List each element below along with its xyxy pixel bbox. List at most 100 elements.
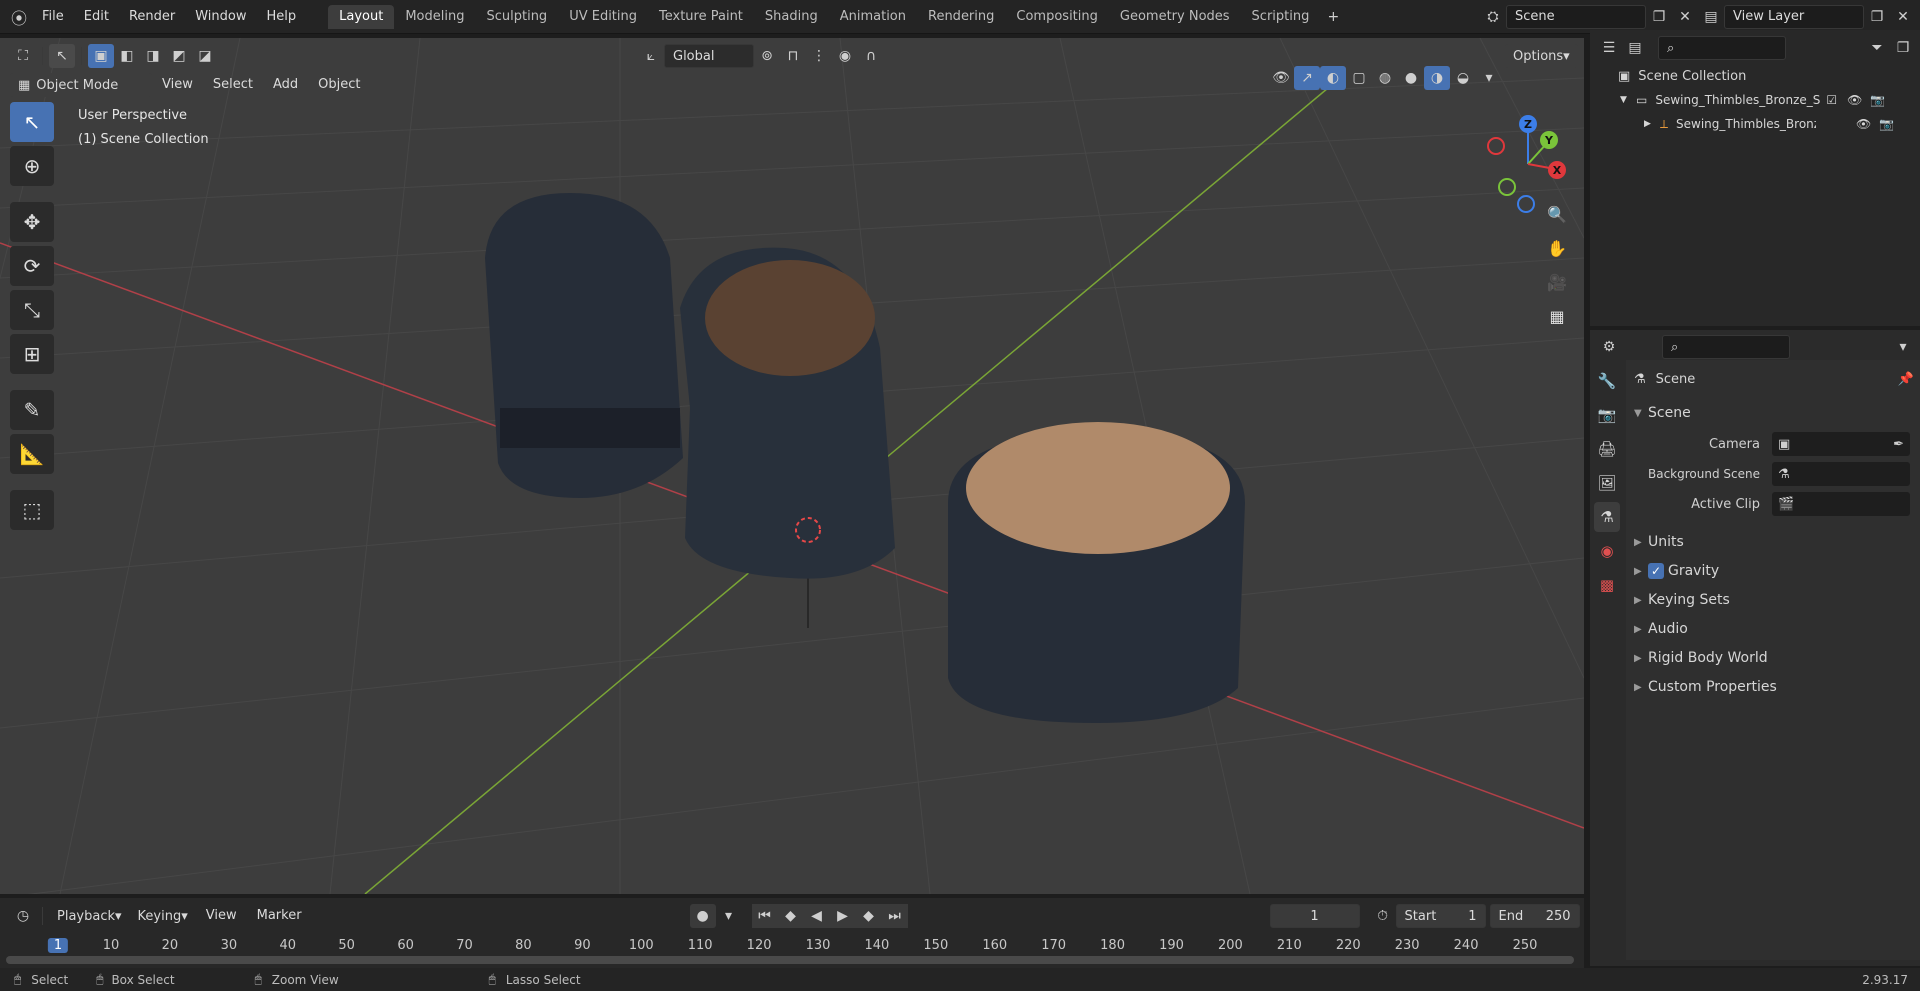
view-layer-field[interactable]: View Layer [1724,4,1864,29]
shading-options-icon[interactable]: ▾ [1476,66,1502,90]
outliner-search-input[interactable]: ⌕ [1658,36,1786,60]
rendered-shading-icon[interactable]: ◒ [1450,66,1476,90]
exclude-checkbox[interactable]: ☑ [1826,93,1837,107]
new-collection-icon[interactable]: ❐ [1890,36,1916,60]
properties-editor-type-icon[interactable]: ⚙ [1596,335,1622,359]
tab-uv-editing[interactable]: UV Editing [558,5,648,29]
record-icon[interactable]: ● [689,904,716,928]
playback-menu[interactable]: Playback ▾ [49,904,130,928]
proportional-editing-icon[interactable]: ◉ [832,44,858,68]
play-reverse-icon[interactable]: ◀ [803,904,830,928]
start-frame-field[interactable]: Start 1 [1395,904,1486,928]
frame-ruler[interactable]: 1 10 20 30 40 50 60 70 80 90 100 110 120 130 140 150 160… [0,932,1584,956]
select-extend-icon[interactable]: ◧ [114,44,140,68]
units-panel[interactable]: ▶ Units [1634,528,1920,556]
hide-eye-icon[interactable]: 👁 [1847,93,1862,107]
tab-modeling[interactable]: Modeling [394,5,475,29]
scene-panel-header[interactable]: ▼ Scene [1634,400,1914,426]
delete-view-layer-icon[interactable]: ✕ [1890,5,1916,29]
hide-eye-icon[interactable]: 👁 [1856,117,1871,131]
move-tool-icon[interactable]: ✥ [10,202,54,242]
viewport-menu-select[interactable]: Select [203,73,263,97]
display-mode-icon[interactable]: ▤ [1622,36,1648,60]
select-intersect-icon[interactable]: ◪ [192,44,218,68]
keying-sets-panel[interactable]: ▶ Keying Sets [1634,586,1920,614]
menu-window[interactable]: Window [185,5,256,29]
tool-tab-icon[interactable]: 🔧 [1594,366,1620,396]
outliner-row-scene-collection[interactable]: ▣ Scene Collection [1590,64,1920,88]
tab-geometry-nodes[interactable]: Geometry Nodes [1109,5,1241,29]
filter-icon[interactable]: ⏷ [1864,36,1890,60]
select-new-icon[interactable]: ▣ [88,44,114,68]
jump-end-icon[interactable]: ⏭ [881,904,908,928]
outliner-row-collection[interactable]: ▼ ▭ Sewing_Thimbles_Bronze_Set ☑ 👁 📷 [1590,88,1920,112]
camera-view-icon[interactable]: 🎥 [1540,268,1574,296]
tweak-tool-icon[interactable]: ↖ [49,44,75,68]
viewport-menu-view[interactable]: View [152,73,203,97]
view-layer-selector-icon[interactable]: ▤ [1698,5,1724,29]
measure-tool-icon[interactable]: 📐 [10,434,54,474]
keying-set-icon[interactable]: ▾ [716,904,742,928]
gravity-panel[interactable]: ▶ ✓ Gravity [1634,557,1920,585]
tab-shading[interactable]: Shading [754,5,829,29]
cursor-tool-icon[interactable]: ⊕ [10,146,54,186]
wireframe-shading-icon[interactable]: ◍ [1372,66,1398,90]
blender-logo-icon[interactable]: ⦿ [6,5,32,29]
audio-panel[interactable]: ▶ Audio [1634,615,1920,643]
outliner-row-object[interactable]: ▶ ⟂ Sewing_Thimbles_Bronze 👁 📷 [1590,112,1920,136]
rigid-body-world-panel[interactable]: ▶ Rigid Body World [1634,644,1920,672]
material-preview-icon[interactable]: ◑ [1424,66,1450,90]
falloff-icon[interactable]: ∩ [858,44,884,68]
eyedropper-icon[interactable]: ✒ [1893,437,1904,452]
scene-selector-icon[interactable]: ⛭ [1480,5,1506,29]
new-view-layer-icon[interactable]: ❐ [1864,5,1890,29]
transform-orientation-dropdown[interactable]: Global [664,44,754,68]
viewport-menu-object[interactable]: Object [308,73,370,97]
menu-edit[interactable]: Edit [74,5,119,29]
render-camera-icon[interactable]: 📷 [1879,117,1894,131]
prev-keyframe-icon[interactable]: ◆ [777,904,804,928]
pan-hand-icon[interactable]: ✋ [1540,234,1574,262]
options-dropdown[interactable]: Options ▾ [1505,44,1578,68]
scene-name-field[interactable]: Scene [1506,4,1646,29]
editor-type-icon[interactable]: ⛶ [10,44,36,68]
texture-tab-icon[interactable]: ▩ [1594,570,1620,600]
add-workspace-button[interactable]: + [1320,5,1346,29]
tab-scripting[interactable]: Scripting [1241,5,1321,29]
properties-search-input[interactable]: ⌕ [1662,335,1790,359]
object-mode-dropdown[interactable]: ▦ Object Mode [10,73,152,97]
transform-tool-icon[interactable]: ⊞ [10,334,54,374]
pivot-point-icon[interactable]: ⊚ [754,44,780,68]
render-tab-icon[interactable]: 📷 [1594,400,1620,430]
background-scene-field[interactable]: ⚗ [1772,462,1910,486]
render-camera-icon[interactable]: 📷 [1870,93,1885,107]
zoom-icon[interactable]: 🔍 [1540,200,1574,228]
end-frame-field[interactable]: End 250 [1489,904,1580,928]
xray-icon[interactable]: ▢ [1346,66,1372,90]
select-invert-icon[interactable]: ◩ [166,44,192,68]
rotate-tool-icon[interactable]: ⟳ [10,246,54,286]
overlay-toggle-icon[interactable]: ◐ [1320,66,1346,90]
gravity-checkbox[interactable]: ✓ [1648,563,1664,579]
tab-animation[interactable]: Animation [829,5,917,29]
expand-arrow-icon[interactable]: ▼ [1620,95,1636,105]
neg-y-handle[interactable] [1498,178,1516,196]
tab-layout[interactable]: Layout [328,4,395,29]
properties-options-icon[interactable]: ▾ [1890,335,1916,359]
add-cube-tool-icon[interactable]: ⬚ [10,490,54,530]
viewport-menu-add[interactable]: Add [263,73,308,97]
timeline-menu-view[interactable]: View [196,904,247,928]
neg-z-handle[interactable] [1517,195,1535,213]
active-clip-field[interactable]: 🎬 [1772,492,1910,516]
scale-tool-icon[interactable]: ⤡ [10,290,54,330]
play-icon[interactable]: ▶ [829,904,856,928]
3d-viewport[interactable]: ⛶ ↖ ▣ ◧ ◨ ◩ ◪ ⟀ Global ⊚ ⊓ ⋮ ◉ ∩ Options… [0,38,1584,894]
outliner-editor-type-icon[interactable]: ☰ [1596,36,1622,60]
current-frame-field[interactable]: 1 [1269,904,1360,928]
world-tab-icon[interactable]: ◉ [1594,536,1620,566]
camera-field[interactable]: ▣ ✒ [1772,432,1910,456]
menu-file[interactable]: File [32,5,74,29]
neg-x-handle[interactable] [1487,137,1505,155]
select-subtract-icon[interactable]: ◨ [140,44,166,68]
new-scene-icon[interactable]: ❐ [1646,5,1672,29]
